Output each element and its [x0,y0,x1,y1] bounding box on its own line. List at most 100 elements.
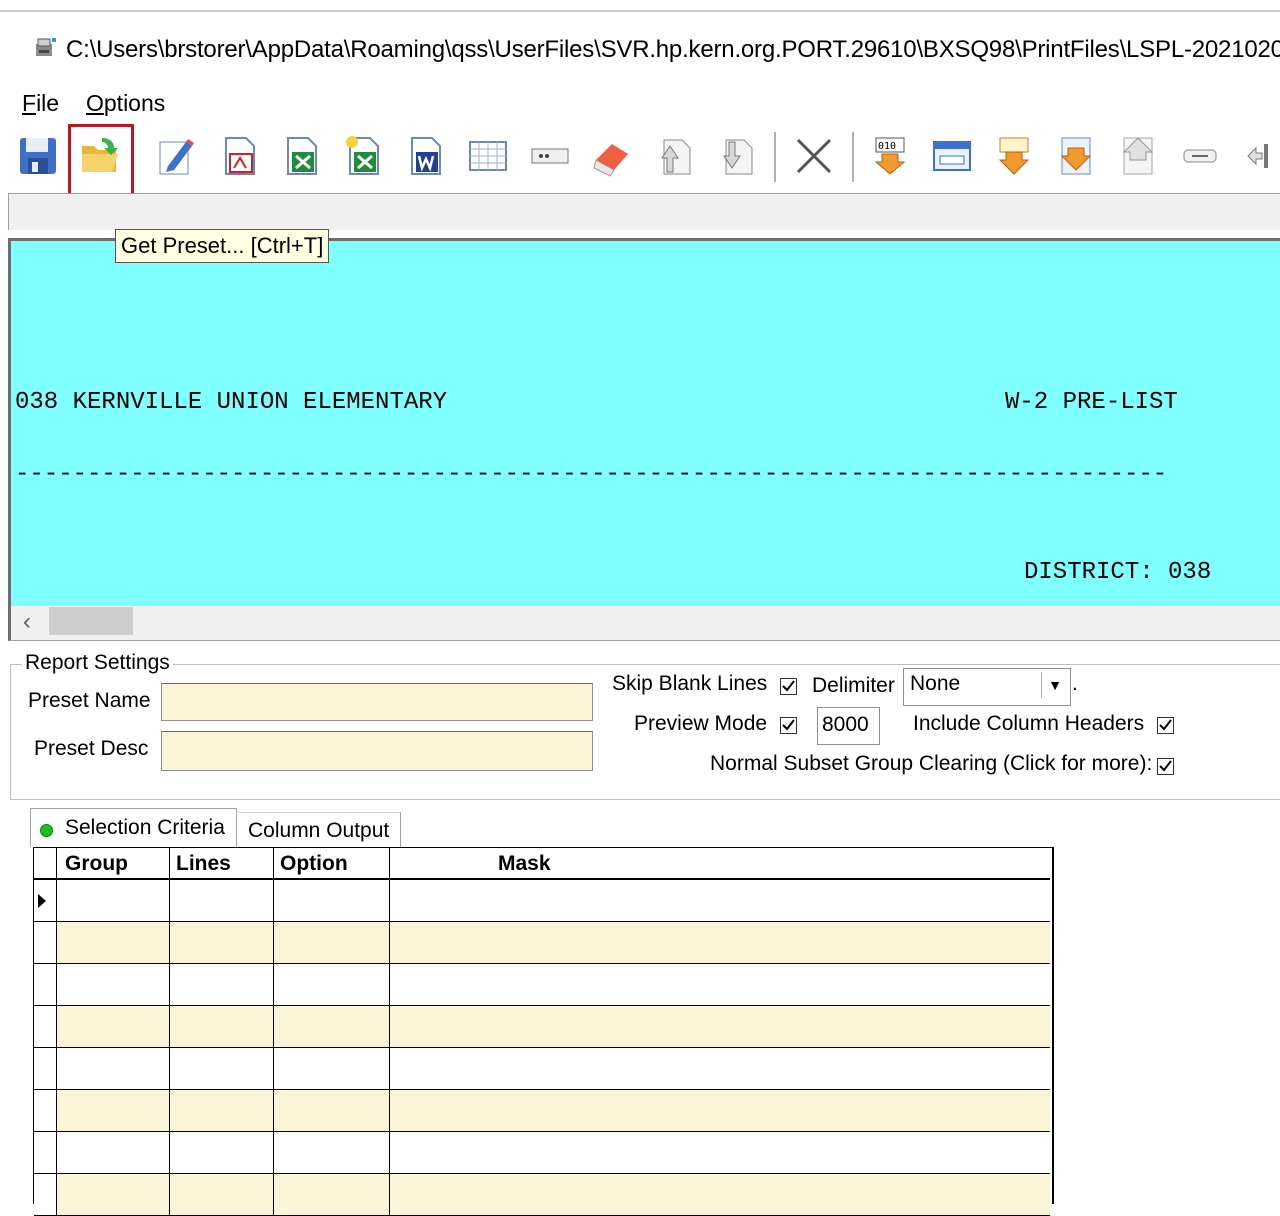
skip-blank-lines-checkbox[interactable] [780,678,797,695]
menu-file[interactable]: File [22,90,59,117]
selection-grid: Group Lines Option Mask [33,847,1054,1216]
table-cell[interactable] [274,922,390,963]
minus-button[interactable] [1174,130,1226,182]
row-selector[interactable] [34,1132,57,1173]
include-headers-label: Include Column Headers [913,712,1145,735]
table-row[interactable] [34,1090,1050,1132]
table-cell[interactable] [57,1132,170,1173]
table-cell[interactable] [170,1048,274,1089]
table-cell[interactable] [390,1006,1050,1047]
table-row[interactable] [34,880,1050,922]
row-selector[interactable] [34,880,57,921]
row-selector[interactable] [34,1048,57,1089]
subset-clearing-label[interactable]: Normal Subset Group Clearing (Click for … [710,752,1152,776]
table-cell[interactable] [274,1006,390,1047]
table-cell[interactable] [57,964,170,1005]
row-selector[interactable] [34,922,57,963]
table-cell[interactable] [170,880,274,921]
scroll-thumb[interactable] [49,607,133,635]
table-row[interactable] [34,1006,1050,1048]
table-cell[interactable] [57,1090,170,1131]
table-cell[interactable] [390,880,1050,921]
table-cell[interactable] [390,1174,1050,1215]
include-headers-checkbox[interactable] [1157,717,1174,734]
table-cell[interactable] [57,1006,170,1047]
checkmark-icon [1159,719,1172,731]
scroll-left-icon[interactable]: ‹ [23,608,31,636]
column-header-mask[interactable]: Mask [390,848,1050,880]
pdf-button[interactable] [214,130,266,182]
upload-button[interactable] [1112,130,1164,182]
eraser-button[interactable] [586,130,638,182]
table-cell[interactable] [170,1006,274,1047]
table-row[interactable] [34,1174,1050,1216]
preset-desc-field[interactable] [161,731,593,771]
excel-alt-button[interactable] [338,130,390,182]
subset-clearing-checkbox[interactable] [1157,758,1174,775]
table-cell[interactable] [390,922,1050,963]
preview-rows-input[interactable]: 8000 [817,707,880,745]
menu-options-label: ptions [103,90,166,116]
table-cell[interactable] [170,922,274,963]
download-button[interactable] [988,130,1040,182]
table-cell[interactable] [274,880,390,921]
table-cell[interactable] [390,964,1050,1005]
page-down-button[interactable] [710,130,762,182]
table-cell[interactable] [390,1048,1050,1089]
table-cell[interactable] [170,1132,274,1173]
table-cell[interactable] [57,1048,170,1089]
word-button[interactable] [400,130,452,182]
svg-text:010: 010 [878,141,896,152]
table-cell[interactable] [170,964,274,1005]
row-selector[interactable] [34,1006,57,1047]
table-cell[interactable] [274,1048,390,1089]
preset-desc-label: Preset Desc [34,737,149,760]
tab-column-output[interactable]: Column Output [236,812,401,847]
table-cell[interactable] [170,1174,274,1215]
delete-button[interactable] [788,130,840,182]
report-preview[interactable]: 038 KERNVILLE UNION ELEMENTARY W-2 PRE-L… [8,238,1280,609]
page-up-button[interactable] [648,130,700,182]
preset-name-field[interactable] [161,683,593,721]
column-header-option[interactable]: Option [274,848,390,880]
window-title: C:\Users\brstorer\AppData\Roaming\qss\Us… [66,36,1280,63]
row-selector[interactable] [34,1174,57,1215]
edit-button[interactable] [150,130,202,182]
page-up-icon [661,139,691,175]
binary-export-button[interactable]: 010 [864,130,916,182]
table-cell[interactable] [57,922,170,963]
column-header-group[interactable]: Group [57,848,170,880]
tab-selection-criteria[interactable]: Selection Criteria [30,808,237,847]
table-cell[interactable] [57,1174,170,1215]
table-cell[interactable] [274,1174,390,1215]
table-cell[interactable] [57,880,170,921]
window-export-button[interactable] [926,130,978,182]
excel-button[interactable] [276,130,328,182]
row-selector[interactable] [34,1090,57,1131]
download-alt-button[interactable] [1050,130,1102,182]
save-button[interactable] [12,130,64,182]
chevron-down-icon[interactable]: ▼ [1041,672,1068,698]
menu-options[interactable]: Options [86,90,165,117]
tooltip: Get Preset... [Ctrl+T] [115,229,330,263]
column-header-lines[interactable]: Lines [170,848,274,880]
table-cell[interactable] [390,1090,1050,1131]
table-cell[interactable] [274,964,390,1005]
arrow-left-button[interactable] [1228,130,1280,182]
table-row[interactable] [34,922,1050,964]
table-row[interactable] [34,1132,1050,1174]
field-button[interactable] [524,130,576,182]
word-icon [411,137,441,175]
table-cell[interactable] [170,1090,274,1131]
upload-icon [1122,137,1154,175]
table-cell[interactable] [274,1132,390,1173]
table-row[interactable] [34,1048,1050,1090]
table-row[interactable] [34,964,1050,1006]
table-cell[interactable] [274,1090,390,1131]
grid-button[interactable] [462,130,514,182]
preview-mode-checkbox[interactable] [780,717,797,734]
horizontal-scrollbar[interactable]: ‹ [8,606,1280,641]
delimiter-select[interactable]: None ▼ [903,668,1071,706]
row-selector[interactable] [34,964,57,1005]
table-cell[interactable] [390,1132,1050,1173]
